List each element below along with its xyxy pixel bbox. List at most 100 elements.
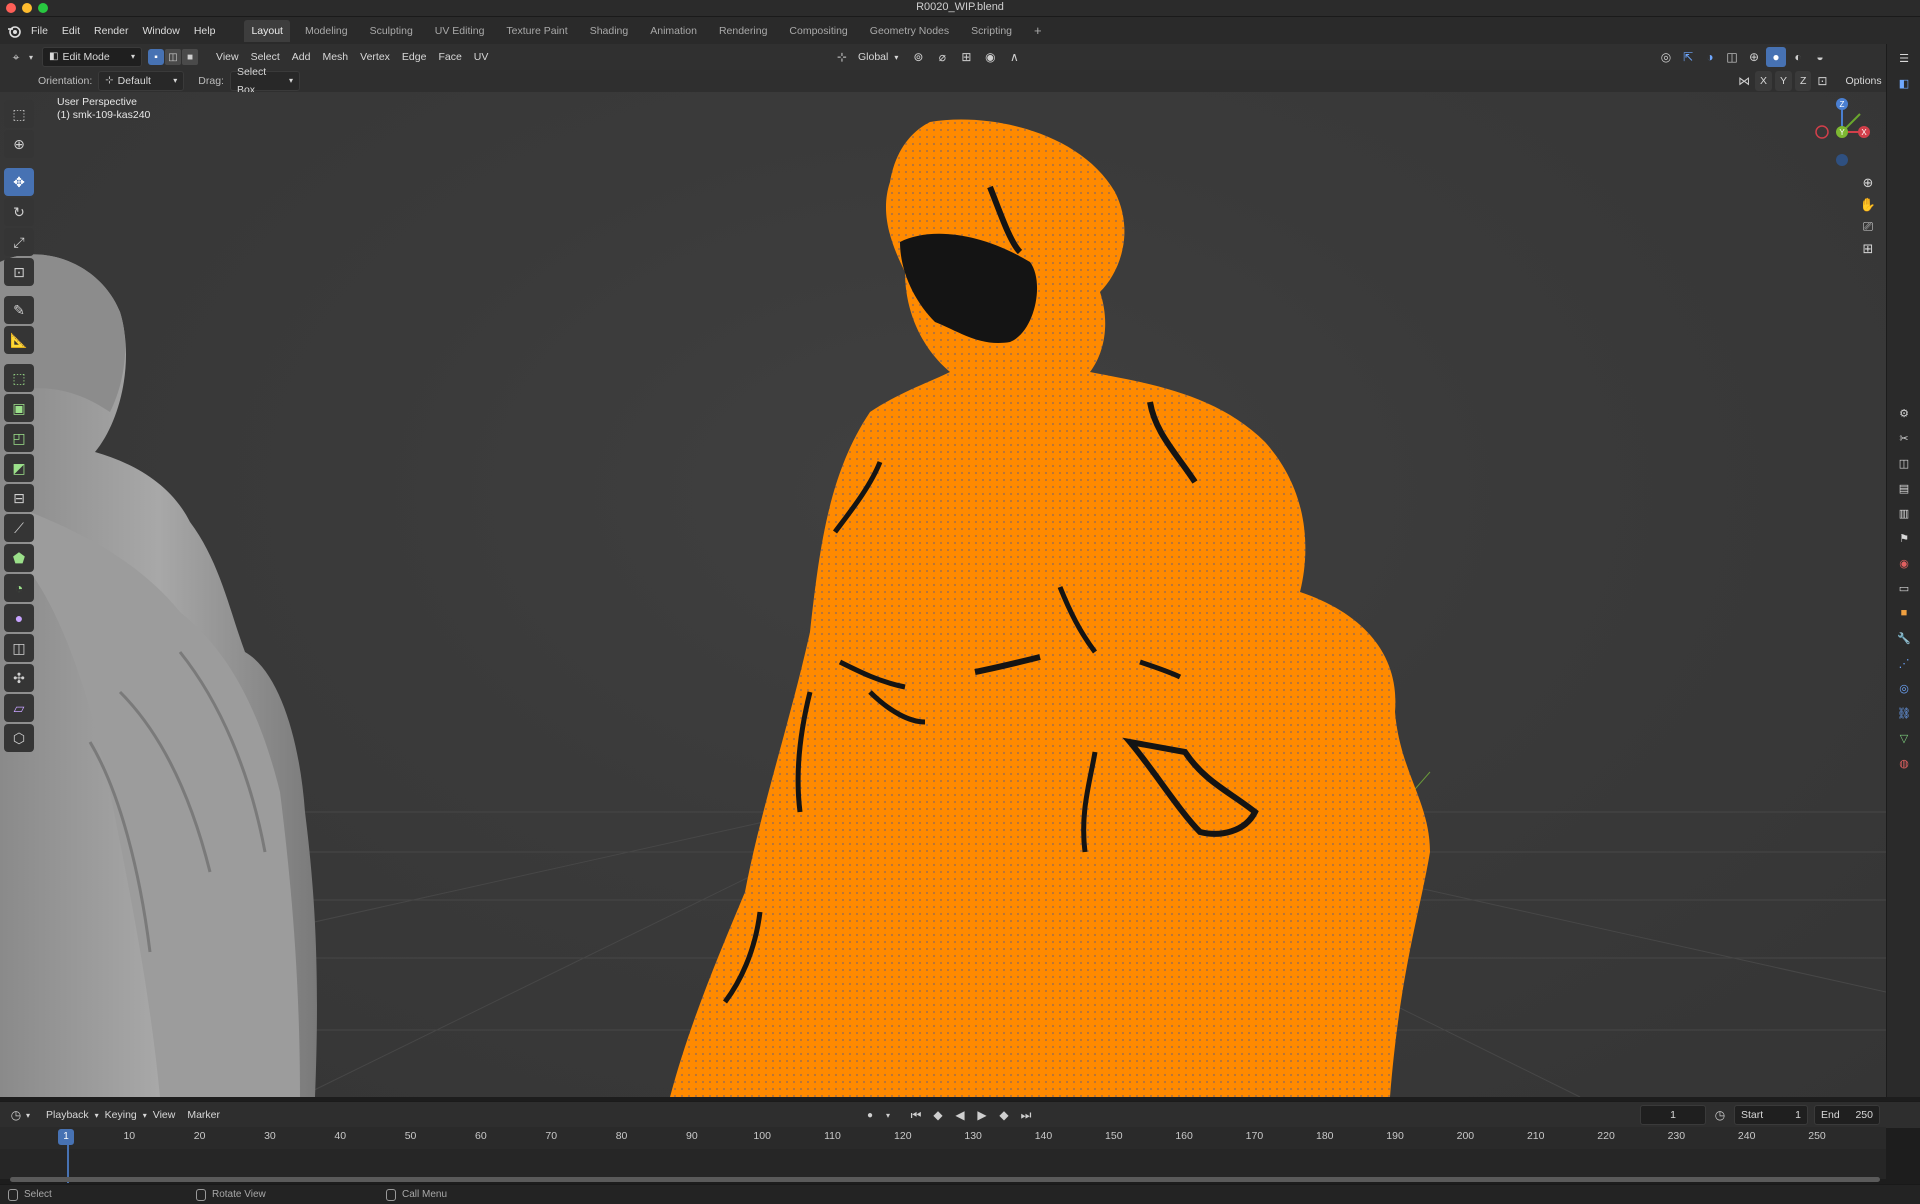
gizmo-toggle-icon[interactable]: ⇱ [1678, 47, 1698, 67]
3d-viewport[interactable]: User Perspective (1) smk-109-kas240 Z Y … [0, 92, 1886, 1097]
rip-region-tool-icon[interactable]: ⬡ [4, 724, 34, 752]
scale-tool-icon[interactable]: ⤢ [4, 228, 34, 256]
tab-uv-editing[interactable]: UV Editing [428, 20, 492, 42]
menu-edge[interactable]: Edge [396, 47, 433, 67]
menu-playback[interactable]: Playback [40, 1105, 95, 1125]
navigation-gizmo[interactable]: Z Y X [1800, 92, 1880, 172]
wireframe-shading-icon[interactable]: ⊕ [1744, 47, 1764, 67]
proportional-edit-icon[interactable]: ◉ [980, 47, 1000, 67]
face-select-icon[interactable]: ■ [182, 49, 198, 65]
orientation-select[interactable]: ⊹ Default ▾ [98, 71, 185, 91]
editor-type-icon[interactable]: ⌖ [6, 47, 26, 67]
properties-icon[interactable]: ⚙ [1894, 403, 1914, 423]
particles-properties-icon[interactable]: ⋰ [1894, 653, 1914, 673]
spin-tool-icon[interactable]: ◔ [4, 574, 34, 602]
snap-target-icon[interactable]: ⊞ [956, 47, 976, 67]
knife-tool-icon[interactable]: ⟋ [4, 514, 34, 542]
menu-face[interactable]: Face [432, 47, 467, 67]
timeline-scrollbar[interactable] [10, 1177, 1880, 1182]
menu-file[interactable]: File [24, 20, 55, 42]
edge-select-icon[interactable]: ◫ [165, 49, 181, 65]
extrude-region-tool-icon[interactable]: ▣ [4, 394, 34, 422]
tab-shading[interactable]: Shading [583, 20, 636, 42]
tab-sculpting[interactable]: Sculpting [363, 20, 420, 42]
pan-hand-icon[interactable]: ✋ [1857, 194, 1879, 216]
mirror-x-toggle[interactable]: X [1755, 71, 1773, 91]
menu-marker[interactable]: Marker [181, 1105, 226, 1125]
poly-build-tool-icon[interactable]: ⬟ [4, 544, 34, 572]
options-dropdown[interactable]: Options [1839, 71, 1887, 91]
overlay-toggle-icon[interactable]: ◑ [1700, 47, 1720, 67]
material-properties-icon[interactable]: ◍ [1894, 753, 1914, 773]
add-workspace-button[interactable]: + [1027, 20, 1049, 42]
physics-properties-icon[interactable]: ◎ [1894, 678, 1914, 698]
move-tool-icon[interactable]: ✥ [4, 168, 34, 196]
shrink-fatten-tool-icon[interactable]: ✣ [4, 664, 34, 692]
menu-render[interactable]: Render [87, 20, 135, 42]
timeline-ruler[interactable]: 1 10 20 30 40 50 60 70 80 90 100 110 120 130 140 150 16… [0, 1127, 1886, 1149]
bevel-tool-icon[interactable]: ◩ [4, 454, 34, 482]
jump-start-icon[interactable]: ⏮ [906, 1105, 926, 1125]
modifier-properties-icon[interactable]: 🔧 [1894, 628, 1914, 648]
xray-toggle-icon[interactable]: ◫ [1722, 47, 1742, 67]
current-frame-marker[interactable]: 1 [58, 1129, 74, 1145]
tab-geometry-nodes[interactable]: Geometry Nodes [863, 20, 956, 42]
tab-texture-paint[interactable]: Texture Paint [499, 20, 574, 42]
edge-slide-tool-icon[interactable]: ◫ [4, 634, 34, 662]
timeline-editor-icon[interactable]: ◷ [6, 1105, 26, 1125]
tab-layout[interactable]: Layout [244, 19, 290, 42]
drag-select[interactable]: Select Box ▾ [229, 66, 300, 96]
zoom-icon[interactable]: ⊕ [1857, 172, 1879, 194]
material-shading-icon[interactable]: ◐ [1788, 47, 1808, 67]
constraints-properties-icon[interactable]: ⛓ [1894, 703, 1914, 723]
falloff-icon[interactable]: ∧ [1004, 47, 1024, 67]
end-frame-field[interactable]: End 250 [1814, 1105, 1880, 1125]
mode-select[interactable]: ◧ Edit Mode ▾ [42, 47, 142, 67]
loop-cut-tool-icon[interactable]: ⊟ [4, 484, 34, 512]
pivot-point-icon[interactable]: ⊚ [908, 47, 928, 67]
play-reverse-icon[interactable]: ◀ [950, 1105, 970, 1125]
jump-keyframe-forward-icon[interactable]: ◆ [994, 1105, 1014, 1125]
output-properties-icon[interactable]: ▤ [1894, 478, 1914, 498]
world-properties-icon[interactable]: ◉ [1894, 553, 1914, 573]
blender-logo-icon[interactable] [4, 21, 24, 41]
mesh-data-icon[interactable]: ▽ [1894, 728, 1914, 748]
tab-animation[interactable]: Animation [643, 20, 704, 42]
current-frame-field[interactable]: 1 [1640, 1105, 1706, 1125]
selected-mesh-statue[interactable] [670, 119, 1430, 1097]
mirror-z-toggle[interactable]: Z [1795, 71, 1812, 91]
start-frame-field[interactable]: Start 1 [1734, 1105, 1808, 1125]
vertex-select-icon[interactable]: ▪ [148, 49, 164, 65]
tab-rendering[interactable]: Rendering [712, 20, 774, 42]
menu-keying[interactable]: Keying [99, 1105, 143, 1125]
play-icon[interactable]: ▶ [972, 1105, 992, 1125]
jump-end-icon[interactable]: ⏭ [1016, 1105, 1036, 1125]
camera-view-icon[interactable]: ⎚ [1857, 216, 1879, 238]
snap-icon[interactable]: ⌀ [932, 47, 952, 67]
mirror-y-toggle[interactable]: Y [1775, 71, 1793, 91]
transform-tool-icon[interactable]: ⊡ [4, 258, 34, 286]
perspective-toggle-icon[interactable]: ⊞ [1857, 238, 1879, 260]
view-layer-icon[interactable]: ▥ [1894, 503, 1914, 523]
inset-faces-tool-icon[interactable]: ◰ [4, 424, 34, 452]
jump-keyframe-back-icon[interactable]: ◆ [928, 1105, 948, 1125]
select-box-icon[interactable]: ⬚ [4, 100, 34, 128]
cursor-tool-icon[interactable]: ⊕ [4, 130, 34, 158]
visibility-icon[interactable]: ◎ [1656, 47, 1676, 67]
add-cube-tool-icon[interactable]: ⬚ [4, 364, 34, 392]
transform-orientation-select[interactable]: Global [856, 47, 890, 67]
menu-edit[interactable]: Edit [55, 20, 87, 42]
shear-tool-icon[interactable]: ▱ [4, 694, 34, 722]
menu-mesh[interactable]: Mesh [316, 47, 354, 67]
scene-properties-icon[interactable]: ⚑ [1894, 528, 1914, 548]
timeline-body[interactable] [0, 1149, 1886, 1179]
menu-uv[interactable]: UV [468, 47, 495, 67]
auto-merge-icon[interactable]: ⊡ [1814, 71, 1830, 91]
menu-add[interactable]: Add [286, 47, 317, 67]
rendered-shading-icon[interactable]: ◒ [1810, 47, 1830, 67]
tab-compositing[interactable]: Compositing [782, 20, 854, 42]
object-properties-icon[interactable]: ■ [1894, 603, 1914, 623]
menu-timeline-view[interactable]: View [147, 1105, 182, 1125]
smooth-tool-icon[interactable]: ● [4, 604, 34, 632]
solid-shading-icon[interactable]: ● [1766, 47, 1786, 67]
